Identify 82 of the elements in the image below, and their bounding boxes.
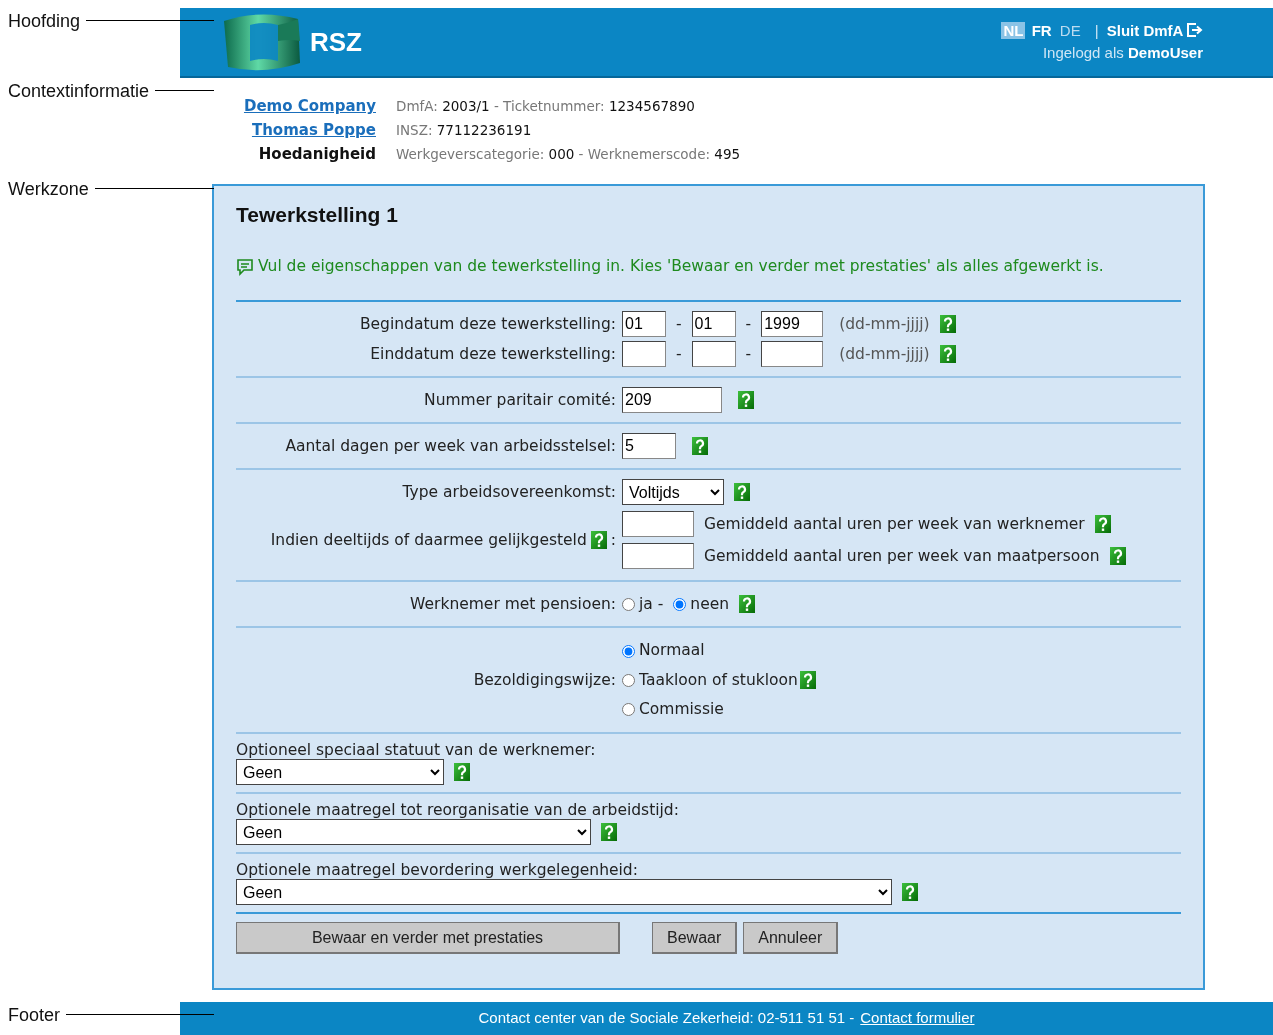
field-label: Type arbeidsovereenkomst: <box>402 482 616 501</box>
date-field[interactable]: 01 <box>622 311 666 338</box>
help-icon[interactable] <box>1094 515 1111 534</box>
field-label: Begindatum deze tewerkstelling: <box>359 314 616 333</box>
annotation-label: Contextinformatie <box>8 80 150 103</box>
help-icon[interactable] <box>739 595 756 614</box>
field-label: Optionele maatregel tot reorganisatie van de arbeidstijd: <box>236 801 680 820</box>
exit-icon <box>1187 22 1203 39</box>
date-field[interactable] <box>691 341 736 368</box>
field-label: Optioneel speciaal statuut van de werknemer: <box>236 741 597 760</box>
close-link[interactable]: Sluit DmfA <box>1106 22 1203 39</box>
leader-line <box>155 90 214 91</box>
help-icon[interactable] <box>939 345 956 364</box>
field-label: Optionele maatregel bevordering werkgelegenheid: <box>236 861 639 880</box>
field-label: Aantal dagen per week van arbeidsstelsel: <box>285 436 616 455</box>
help-icon[interactable] <box>1109 547 1126 566</box>
field-caption: Gemiddeld aantal uren per week van maatpersoon <box>704 545 1100 567</box>
field-label: Werknemer met pensioen: <box>410 594 616 613</box>
help-icon[interactable] <box>939 315 956 334</box>
form-button[interactable]: Bewaar en verder met prestaties <box>236 922 620 955</box>
contact-link[interactable]: Contact formulier <box>860 1007 975 1030</box>
context-link[interactable]: Demo Company <box>243 97 376 115</box>
logo-text: RSZ <box>310 25 362 59</box>
form-button[interactable]: Annuleer <box>743 922 839 955</box>
help-icon[interactable] <box>601 823 617 842</box>
date-field[interactable] <box>622 341 666 368</box>
input-field[interactable] <box>622 543 694 570</box>
input-field[interactable]: 5 <box>622 433 676 460</box>
separator-text: - <box>745 313 752 335</box>
language-link[interactable]: FR <box>1029 22 1054 39</box>
role-text: Hoedanigheid <box>258 145 376 163</box>
annotation-label: Footer <box>8 1004 61 1027</box>
speech-bubble-icon <box>236 257 254 276</box>
option-label: neen <box>690 593 730 615</box>
help-icon[interactable] <box>454 763 470 782</box>
form-button[interactable]: Bewaar <box>652 922 738 955</box>
colon-text: : <box>610 529 616 551</box>
help-icon[interactable] <box>734 483 750 502</box>
field-label: Nummer paritair comité: <box>424 390 616 409</box>
login-text: Ingelogd als DemoUser <box>1041 43 1203 63</box>
radio-button[interactable] <box>622 673 635 687</box>
radio-button[interactable] <box>622 703 635 717</box>
context-info: Werkgeverscategorie: 000 - Werknemerscode: 495 <box>396 145 742 164</box>
annotation-label: Hoofding <box>8 10 81 33</box>
date-field[interactable]: 1999 <box>761 311 824 338</box>
input-field[interactable] <box>622 511 694 538</box>
field-caption: Gemiddeld aantal uren per week van werknemer <box>704 513 1085 535</box>
radio-button[interactable] <box>673 597 687 611</box>
separator-text: - <box>676 343 682 365</box>
input-field[interactable]: 209 <box>622 387 722 414</box>
option-label: Taakloon of stukloon <box>639 669 798 691</box>
select-field[interactable]: Geen <box>236 819 591 846</box>
separator-text: - <box>745 343 752 365</box>
option-label: Normaal <box>639 640 705 662</box>
footer-text: Contact center van de Sociale Zekerheid: 02-511 51 51 - <box>478 1008 855 1029</box>
hint-text: Vul de eigenschappen van de tewerkstelling in. Kies 'Bewaar en verder met prestaties' als alles afgewerkt is. <box>258 256 1104 278</box>
format-hint: (dd-mm-jjjj) <box>839 313 930 335</box>
context-info: DmfA: 2003/1 - Ticketnummer: 1234567890 <box>396 97 696 116</box>
radio-button[interactable] <box>622 597 635 611</box>
option-label: ja - <box>639 593 664 615</box>
context-link[interactable]: Thomas Poppe <box>251 121 376 139</box>
annotation-label: Werkzone <box>8 178 89 201</box>
select-field[interactable]: Geen <box>236 879 892 906</box>
context-info: INSZ: 77112236191 <box>396 121 533 140</box>
field-label: Bezoldigingswijze: <box>473 670 616 689</box>
option-label: Commissie <box>639 698 724 720</box>
help-icon[interactable] <box>799 671 816 690</box>
separator-text: - <box>676 313 682 335</box>
date-field[interactable] <box>761 341 824 368</box>
field-label: Einddatum deze tewerkstelling: <box>370 344 616 363</box>
help-icon[interactable] <box>902 883 918 902</box>
divider-text: | <box>1094 22 1099 39</box>
date-field[interactable]: 01 <box>691 311 736 338</box>
radio-button[interactable] <box>622 644 635 658</box>
select-field[interactable]: Voltijds <box>622 479 724 506</box>
help-icon[interactable] <box>692 437 708 456</box>
field-label: Indien deeltijds of daarmee gelijkgesteld <box>270 529 587 551</box>
help-icon[interactable] <box>590 531 607 550</box>
format-hint: (dd-mm-jjjj) <box>839 343 930 365</box>
help-icon[interactable] <box>738 391 754 410</box>
form-title: Tewerkstelling 1 <box>236 202 399 228</box>
select-field[interactable]: Geen <box>236 759 444 786</box>
